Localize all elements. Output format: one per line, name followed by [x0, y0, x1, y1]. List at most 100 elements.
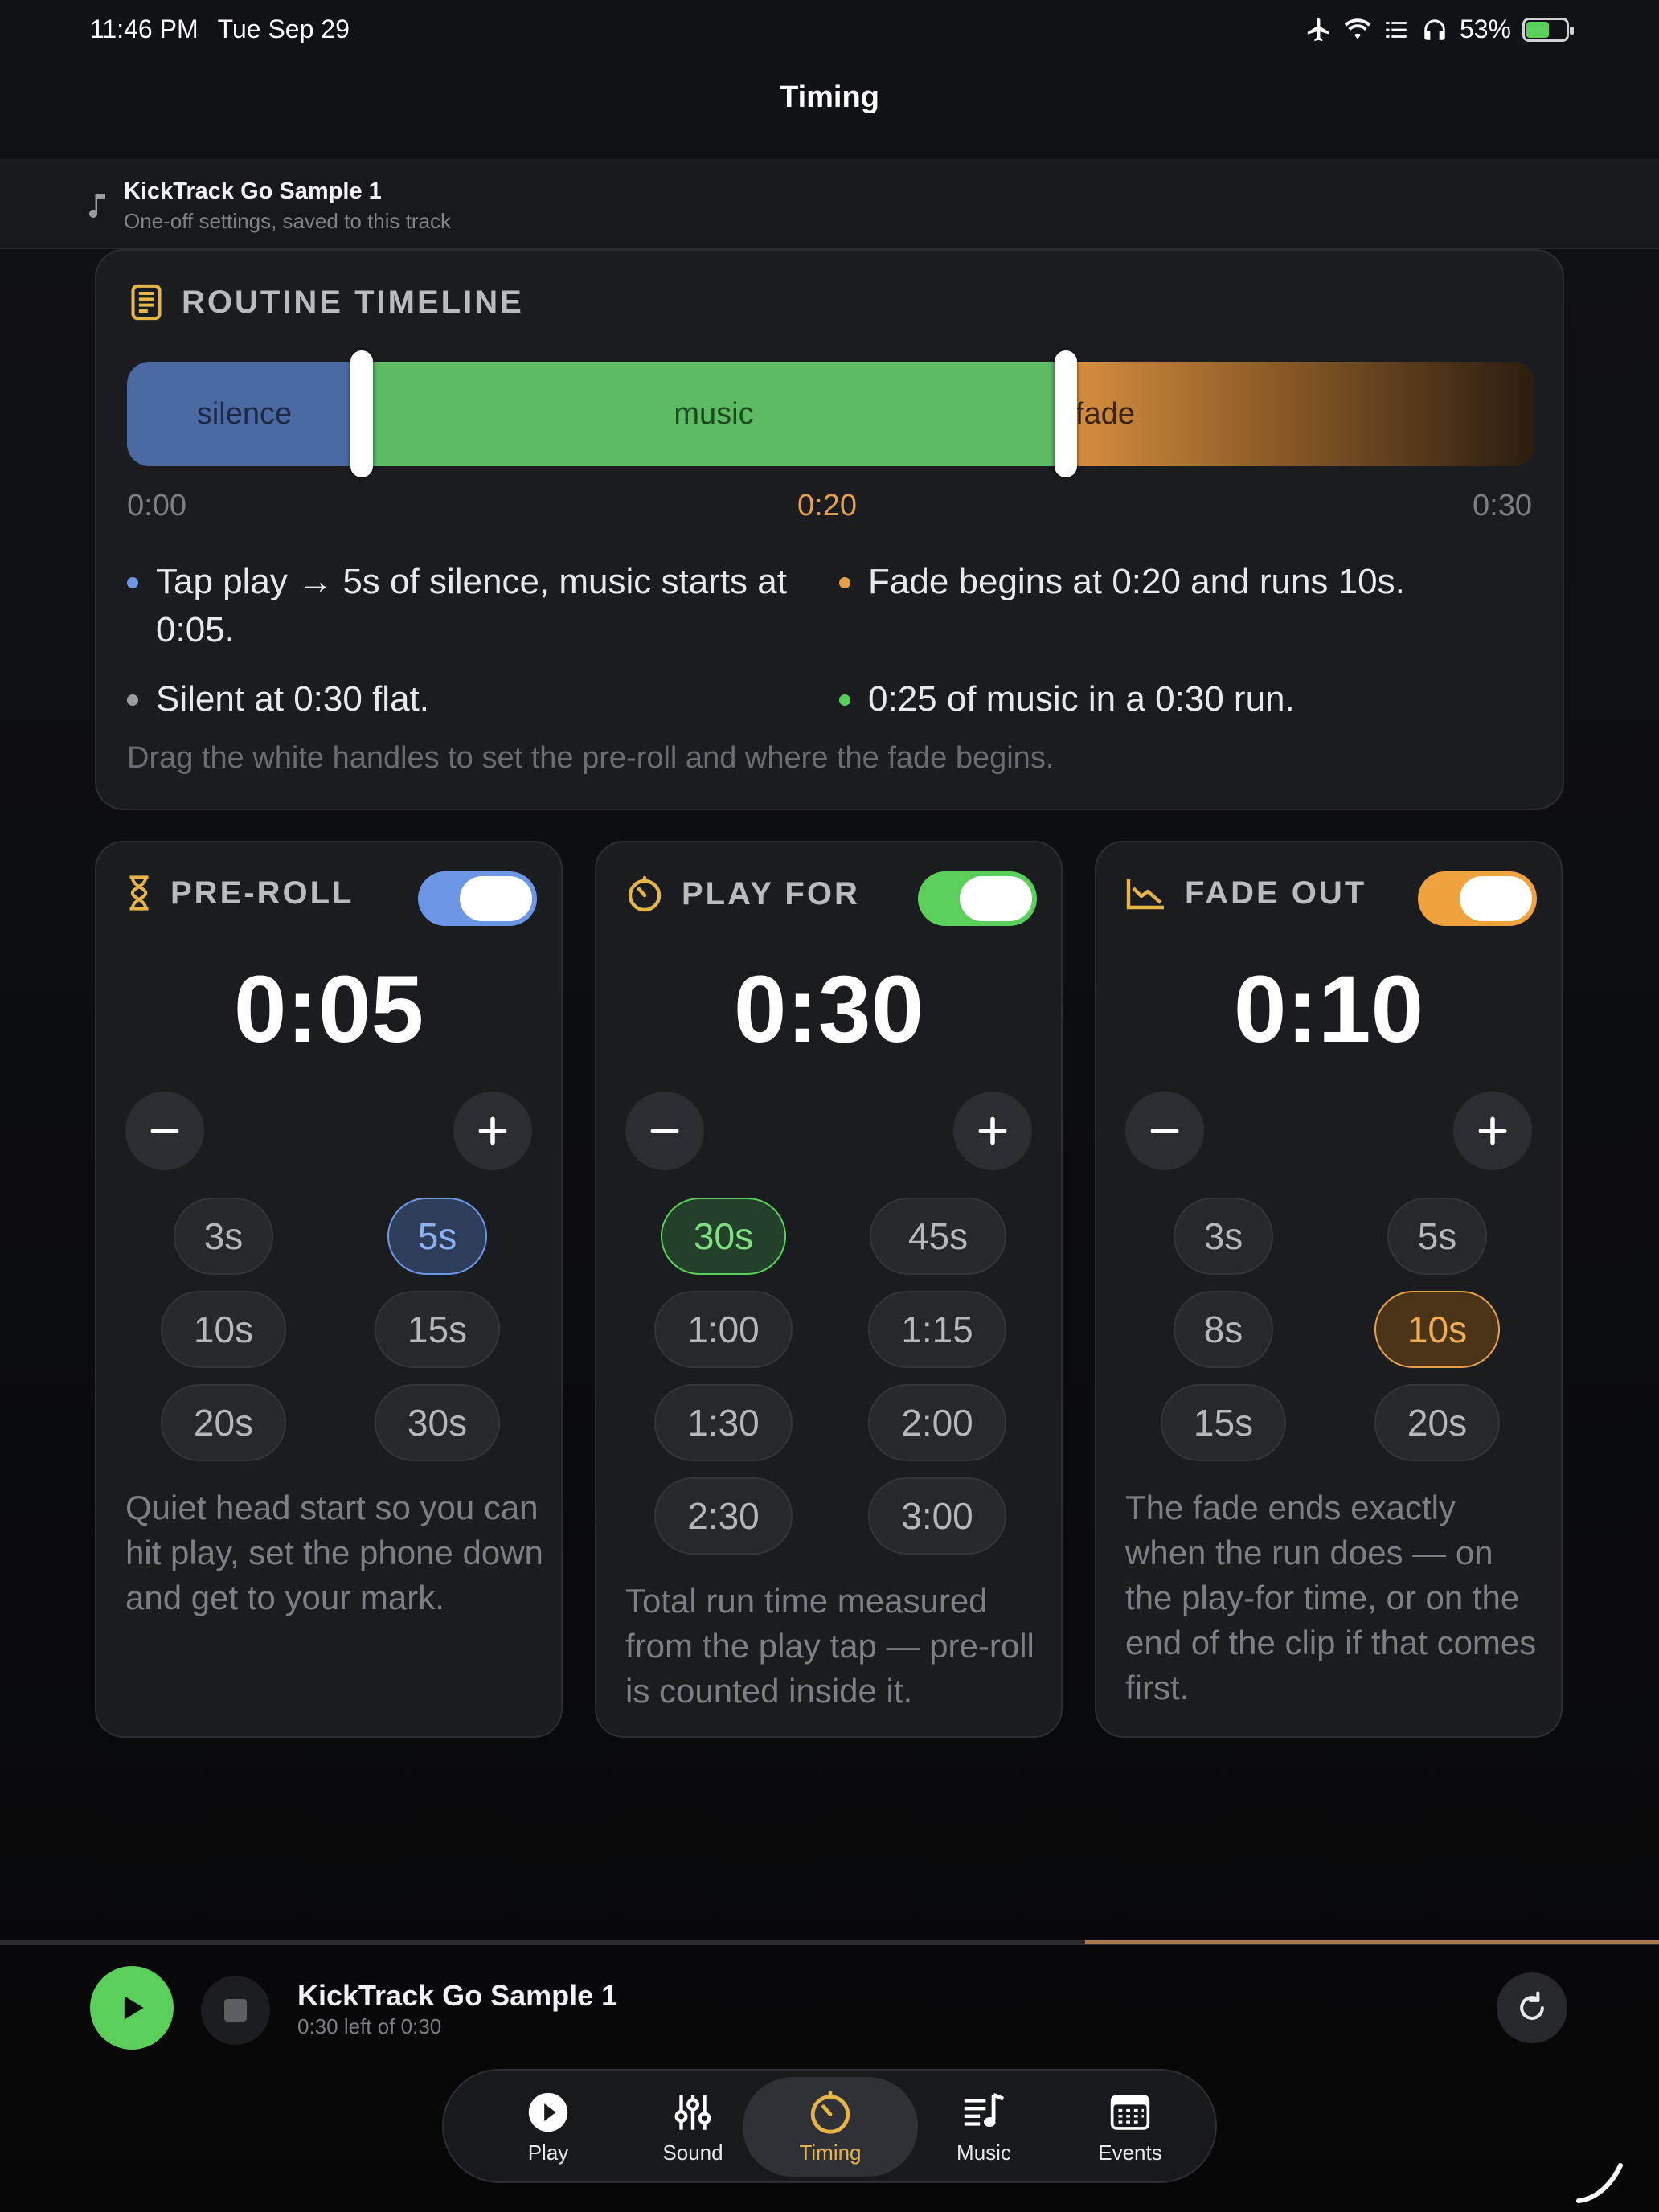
- playfor-card: PLAY FOR 0:30 30s 45s 1:00 1:15 1:30 2:0…: [595, 841, 1063, 1738]
- status-date: Tue Sep 29: [217, 14, 350, 43]
- music-list-icon: [964, 2092, 1005, 2127]
- tab-play[interactable]: Play: [476, 2077, 621, 2177]
- play-icon: [124, 1996, 144, 2020]
- playfor-preset-1-15[interactable]: 1:15: [868, 1291, 1006, 1368]
- blue-dot-icon: [127, 577, 138, 588]
- timeline-summary: Tap play → 5s of silence, music starts a…: [127, 558, 1542, 723]
- battery-percent: 53%: [1459, 14, 1511, 43]
- status-time: 11:46 PM: [90, 14, 199, 43]
- tab-label: Play: [527, 2140, 569, 2165]
- preroll-preset-20s[interactable]: 20s: [161, 1384, 286, 1461]
- fadeout-preset-10s[interactable]: 10s: [1374, 1291, 1500, 1368]
- playfor-description: Total run time measured from the play ta…: [625, 1582, 1034, 1710]
- fadeout-preset-3s[interactable]: 3s: [1174, 1198, 1273, 1275]
- preroll-preset-30s[interactable]: 30s: [375, 1384, 500, 1461]
- playfor-preset-1-30[interactable]: 1:30: [654, 1384, 793, 1461]
- preroll-preset-15s[interactable]: 15s: [375, 1291, 500, 1368]
- fadeout-increase-button[interactable]: [1453, 1092, 1532, 1170]
- preroll-increase-button[interactable]: [453, 1092, 532, 1170]
- fadeout-preset-5s[interactable]: 5s: [1387, 1198, 1487, 1275]
- restart-button[interactable]: [1497, 1972, 1567, 2043]
- fade-start-handle[interactable]: [1055, 350, 1077, 477]
- preroll-preset-3s[interactable]: 3s: [174, 1198, 273, 1275]
- fadeout-description: The fade ends exactly when the run does …: [1125, 1489, 1537, 1706]
- playfor-preset-45s[interactable]: 45s: [870, 1198, 1006, 1275]
- preroll-toggle[interactable]: [418, 871, 537, 926]
- playfor-preset-30s[interactable]: 30s: [661, 1198, 786, 1275]
- minus-icon: [1150, 1129, 1179, 1133]
- gray-dot-icon: [127, 694, 138, 706]
- tab-label: Music: [956, 2140, 1011, 2165]
- tab-timing[interactable]: Timing: [743, 2077, 918, 2177]
- summary-item: Fade begins at 0:20 and runs 10s.: [839, 558, 1538, 654]
- fadeout-card: FADE OUT 0:10 3s 5s 8s 10s 15s 20s The f…: [1095, 841, 1563, 1738]
- stop-button[interactable]: [201, 1976, 270, 2045]
- fadeout-preset-20s[interactable]: 20s: [1374, 1384, 1500, 1461]
- timeline-bar[interactable]: silence music fade: [127, 362, 1535, 466]
- playfor-preset-2-00[interactable]: 2:00: [868, 1384, 1006, 1461]
- page-title: Timing: [780, 80, 879, 114]
- restart-icon: [1520, 1991, 1544, 2020]
- playfor-decrease-button[interactable]: [625, 1092, 704, 1170]
- fadeout-value: 0:10: [1233, 956, 1424, 1063]
- playfor-preset-1-00[interactable]: 1:00: [654, 1291, 793, 1368]
- tab-label: Events: [1098, 2140, 1162, 2165]
- tick-end: 0:30: [1473, 489, 1532, 522]
- fadeout-decrease-button[interactable]: [1125, 1092, 1204, 1170]
- preroll-title: PRE-ROLL: [170, 875, 354, 911]
- summary-item: Tap play → 5s of silence, music starts a…: [127, 558, 839, 654]
- plus-icon: [1478, 1116, 1507, 1145]
- preroll-preset-5s[interactable]: 5s: [387, 1198, 487, 1275]
- playfor-increase-button[interactable]: [953, 1092, 1032, 1170]
- tab-events[interactable]: Events: [1058, 2077, 1202, 2177]
- timeline-hint: Drag the white handles to set the pre-ro…: [127, 741, 1055, 775]
- fadeout-toggle[interactable]: [1418, 871, 1537, 926]
- airplane-icon: [1307, 18, 1329, 41]
- preroll-decrease-button[interactable]: [125, 1092, 204, 1170]
- timer-icon: [810, 2090, 850, 2134]
- summary-item: Silent at 0:30 flat.: [127, 675, 839, 723]
- calendar-icon: [1110, 2094, 1150, 2130]
- battery-icon: [1522, 17, 1574, 42]
- playfor-title: PLAY FOR: [682, 875, 860, 911]
- list-icon: [1386, 21, 1407, 38]
- minus-icon: [150, 1129, 179, 1133]
- music-note-icon: [89, 194, 105, 218]
- tab-music[interactable]: Music: [911, 2077, 1056, 2177]
- track-name: KickTrack Go Sample 1: [124, 178, 382, 204]
- home-indicator-icon: [1576, 2163, 1623, 2203]
- orange-dot-icon: [839, 577, 850, 588]
- wifi-icon: [1344, 18, 1371, 39]
- tab-label: Sound: [662, 2140, 723, 2165]
- playfor-toggle[interactable]: [918, 871, 1037, 926]
- play-button[interactable]: [90, 1966, 174, 2050]
- preroll-card: PRE-ROLL 0:05 3s 5s 10s 15s 20s 30s Quie…: [95, 841, 563, 1738]
- fadeout-preset-15s[interactable]: 15s: [1161, 1384, 1286, 1461]
- track-header: KickTrack Go Sample 1 One-off settings, …: [0, 161, 1659, 249]
- document-icon: [131, 284, 162, 321]
- fade-segment: fade: [1066, 362, 1535, 466]
- sliders-icon: [674, 2094, 711, 2130]
- preroll-handle[interactable]: [350, 350, 373, 477]
- minus-icon: [650, 1129, 679, 1133]
- routine-timeline-card: ROUTINE TIMELINE silence music fade 0:00…: [95, 249, 1564, 810]
- player-title: KickTrack Go Sample 1: [297, 1979, 618, 2012]
- silence-segment: silence: [127, 362, 362, 466]
- hourglass-icon: [129, 875, 149, 911]
- plus-icon: [978, 1116, 1007, 1145]
- summary-item: 0:25 of music in a 0:30 run.: [839, 675, 1538, 723]
- plus-icon: [478, 1116, 507, 1145]
- timeline-title: ROUTINE TIMELINE: [182, 284, 524, 320]
- tick-start: 0:00: [127, 489, 186, 522]
- preroll-preset-10s[interactable]: 10s: [161, 1291, 286, 1368]
- track-subtitle: One-off settings, saved to this track: [124, 209, 452, 233]
- fadeout-preset-8s[interactable]: 8s: [1174, 1291, 1273, 1368]
- play-circle-icon: [528, 2092, 568, 2132]
- tab-bar: Play Sound Timing Music Events: [442, 2069, 1217, 2183]
- tab-label: Timing: [799, 2140, 862, 2165]
- preroll-header: PRE-ROLL: [125, 875, 354, 911]
- playfor-preset-2-30[interactable]: 2:30: [654, 1477, 793, 1555]
- playfor-preset-3-00[interactable]: 3:00: [868, 1477, 1006, 1555]
- fade-chart-icon: [1126, 879, 1164, 910]
- status-time-date: 11:46 PM Tue Sep 29: [90, 14, 350, 44]
